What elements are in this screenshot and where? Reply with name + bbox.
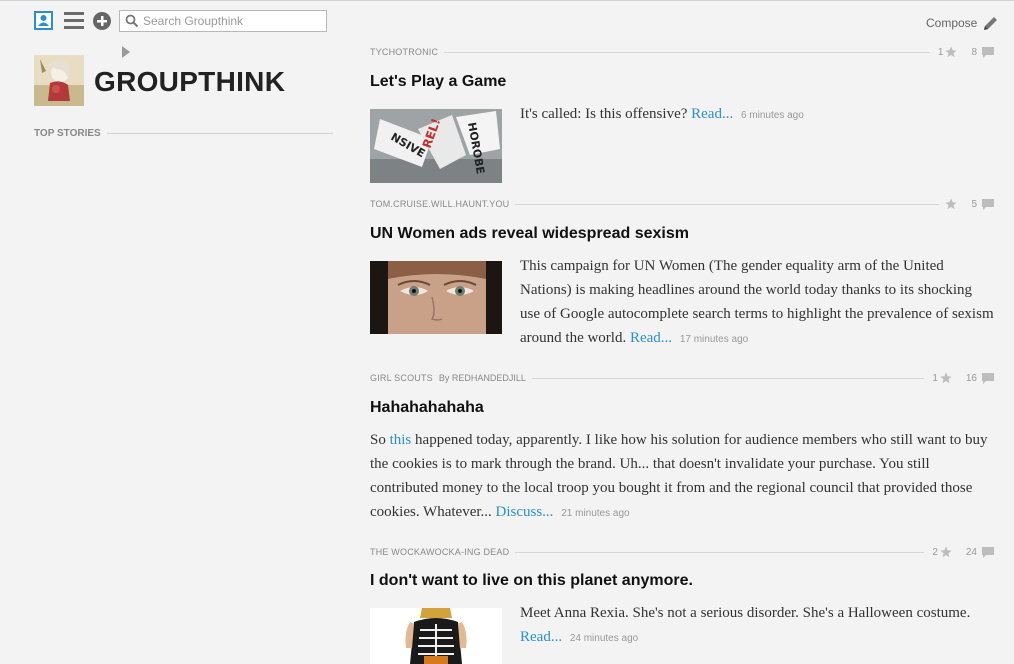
post-excerpt: So this happened today, apparently. I li… xyxy=(370,428,994,526)
group-title[interactable]: GROUPTHINK xyxy=(94,66,285,98)
post-time: 21 minutes ago xyxy=(561,508,630,519)
search-icon xyxy=(125,14,139,28)
comment-icon[interactable] xyxy=(982,46,994,58)
star-count: 2 xyxy=(932,546,938,558)
post-author[interactable]: By REDHANDEDJILL xyxy=(439,373,526,383)
top-border xyxy=(0,0,1014,1)
post-group[interactable]: GIRL SCOUTS xyxy=(370,373,433,383)
post-group[interactable]: TYCHOTRONIC xyxy=(370,47,438,57)
star-count: 1 xyxy=(937,46,944,58)
top-stories-header: TOP STORIES xyxy=(34,128,333,139)
post-title[interactable]: UN Women ads reveal widespread sexism xyxy=(370,225,689,243)
post-time: 24 minutes ago xyxy=(569,633,639,644)
add-icon[interactable] xyxy=(93,12,111,30)
comment-count: 16 xyxy=(965,372,977,384)
read-more-link[interactable]: Read... xyxy=(630,330,672,346)
post-title[interactable]: Hahahahahaha xyxy=(370,399,484,417)
menu-icon[interactable] xyxy=(64,12,84,30)
comment-icon[interactable] xyxy=(982,198,994,210)
search-box[interactable] xyxy=(119,10,327,32)
pencil-icon xyxy=(984,16,998,30)
post-excerpt: Meet Anna Rexia. She's not a serious dis… xyxy=(520,601,994,651)
post-time: 6 minutes ago xyxy=(740,110,804,121)
post-meta: GIRL SCOUTS By REDHANDEDJILL 1 16 xyxy=(370,371,994,385)
post-title[interactable]: I don't want to live on this planet anym… xyxy=(370,572,693,590)
post-thumbnail[interactable]: REL! NSIVE HOROBE xyxy=(370,109,502,183)
post-text: It's called: Is this offensive? xyxy=(520,106,688,122)
star-icon[interactable] xyxy=(940,372,952,384)
post-excerpt: This campaign for UN Women (The gender e… xyxy=(520,254,994,352)
post-text-intro: So xyxy=(370,432,390,448)
post-text: Meet Anna Rexia. She's not a serious dis… xyxy=(520,605,971,621)
star-icon[interactable] xyxy=(940,546,952,558)
post-meta: TOM.CRUISE.WILL.HAUNT.YOU 5 xyxy=(370,197,994,211)
star-icon[interactable] xyxy=(945,198,958,210)
post-excerpt: It's called: Is this offensive? Read... … xyxy=(520,102,994,128)
post-meta: THE WOCKAWOCKA-ING DEAD 2 24 xyxy=(370,545,994,559)
post-title[interactable]: Let's Play a Game xyxy=(370,73,506,91)
post-thumbnail[interactable] xyxy=(370,261,502,334)
star-icon[interactable] xyxy=(945,46,958,58)
comment-count: 24 xyxy=(965,546,977,558)
comment-count: 8 xyxy=(971,46,977,58)
top-stories-label: TOP STORIES xyxy=(34,128,101,139)
profile-icon[interactable] xyxy=(34,11,53,30)
inline-link[interactable]: this xyxy=(390,432,412,448)
post-text: happened today, apparently. I like how h… xyxy=(370,432,988,520)
collapse-arrow-icon[interactable] xyxy=(122,46,130,58)
discuss-link[interactable]: Discuss... xyxy=(496,504,554,520)
compose-label: Compose xyxy=(926,16,978,30)
post-group[interactable]: THE WOCKAWOCKA-ING DEAD xyxy=(370,547,509,557)
comment-count: 5 xyxy=(971,198,977,210)
post-time: 17 minutes ago xyxy=(679,334,749,345)
post-group[interactable]: TOM.CRUISE.WILL.HAUNT.YOU xyxy=(370,199,509,209)
post-text: This campaign for UN Women (The gender e… xyxy=(520,258,994,346)
read-more-link[interactable]: Read... xyxy=(691,106,733,122)
comment-icon[interactable] xyxy=(982,546,994,558)
star-count: 1 xyxy=(932,372,938,384)
read-more-link[interactable]: Read... xyxy=(520,629,562,645)
comment-icon[interactable] xyxy=(982,372,994,384)
post-meta: TYCHOTRONIC 1 8 xyxy=(370,45,994,59)
group-avatar xyxy=(34,55,84,106)
compose-button[interactable]: Compose xyxy=(926,13,999,33)
search-input[interactable] xyxy=(143,13,323,29)
post-thumbnail[interactable] xyxy=(370,608,502,664)
